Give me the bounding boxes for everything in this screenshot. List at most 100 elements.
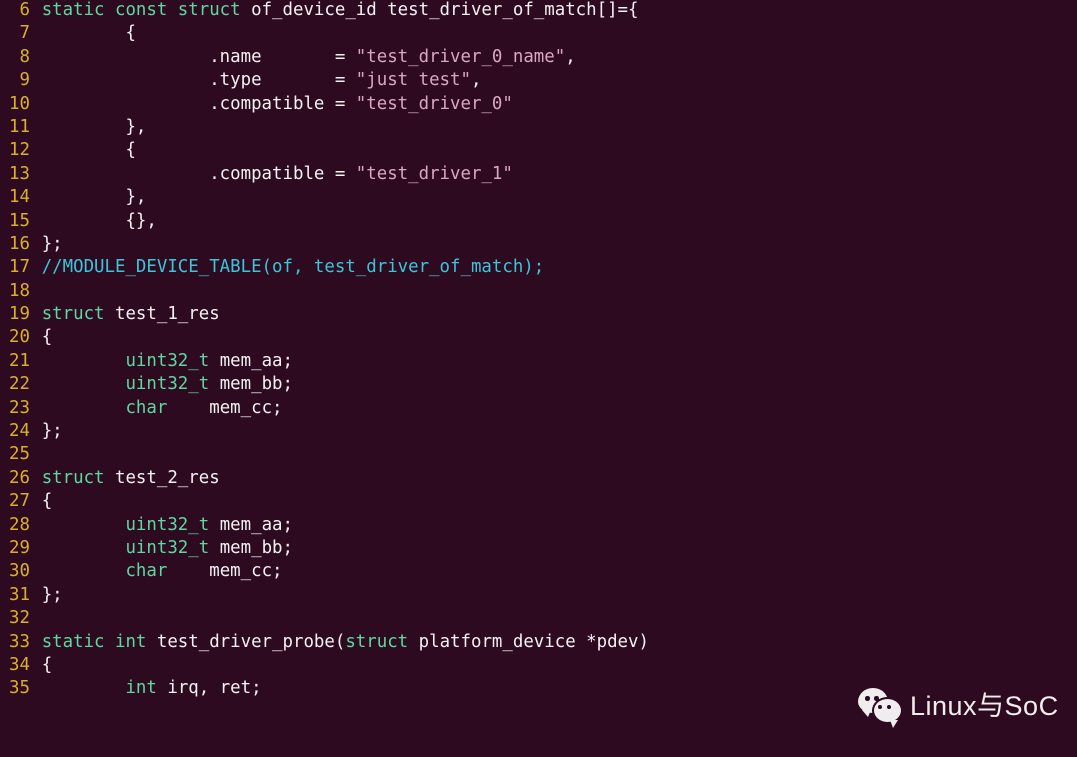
code-token-id: test_2_res xyxy=(114,467,220,488)
code-token-id: mem_aa; xyxy=(209,350,293,371)
code-token-kw: char xyxy=(125,397,168,418)
code-line: 16}; xyxy=(0,233,1077,256)
line-number: 32 xyxy=(9,608,30,629)
line-number: 25 xyxy=(9,444,30,465)
line-number: 11 xyxy=(9,116,30,137)
line-number: 23 xyxy=(9,397,30,418)
code-line: 11 }, xyxy=(0,116,1077,139)
code-token-id: mem_cc; xyxy=(167,397,283,418)
line-number: 34 xyxy=(9,654,30,675)
code-line: 8 .name = "test_driver_0_name", xyxy=(0,46,1077,69)
line-number: 7 xyxy=(19,23,30,44)
code-line: 23 char mem_cc; xyxy=(0,397,1077,420)
line-number: 28 xyxy=(9,514,30,535)
code-token-kw: uint32_t xyxy=(125,514,210,535)
code-token-str: "test_driver_0_name" xyxy=(355,46,566,67)
line-number: 20 xyxy=(9,327,30,348)
code-token-punc: { xyxy=(41,23,136,44)
terminal-output-area[interactable]: qemu@qemu:~/linux-5.4.124$ cat kernel_bu… xyxy=(0,690,1077,757)
code-token-id: mem_cc; xyxy=(167,561,283,582)
code-token-kw: struct xyxy=(345,631,419,652)
code-line: 14 }, xyxy=(0,186,1077,209)
line-number: 8 xyxy=(19,46,30,67)
code-line: 31}; xyxy=(0,584,1077,607)
line-number: 30 xyxy=(9,561,30,582)
code-token-punc: { xyxy=(41,491,53,512)
line-number: 31 xyxy=(9,584,30,605)
code-token-punc: { xyxy=(41,654,53,675)
line-number: 17 xyxy=(9,257,30,278)
code-line: 28 uint32_t mem_aa; xyxy=(0,514,1077,537)
code-line: 6 static const struct of_device_id test_d… xyxy=(0,0,1077,22)
code-token-punc: , xyxy=(470,70,482,91)
code-token-punc xyxy=(42,538,126,558)
code-token-kw: char xyxy=(125,561,168,582)
code-token-id: mem_bb; xyxy=(209,537,293,558)
code-token-punc: .type = xyxy=(41,70,356,91)
line-number: 15 xyxy=(9,210,30,231)
code-token-kw: struct xyxy=(41,304,115,325)
line-number: 16 xyxy=(9,233,30,254)
line-number: 27 xyxy=(9,491,30,512)
code-token-punc xyxy=(42,398,126,418)
line-number: 33 xyxy=(9,631,30,652)
code-token-kw: uint32_t xyxy=(125,537,210,558)
line-number: 6 xyxy=(19,0,30,20)
code-token-str: "test_driver_0" xyxy=(355,93,513,114)
line-number: 13 xyxy=(9,163,30,184)
code-token-id: mem_bb; xyxy=(209,374,293,395)
code-token-punc: .name = xyxy=(41,46,356,67)
code-line: 15 {}, xyxy=(0,210,1077,233)
code-token-punc xyxy=(42,351,126,371)
code-token-str: "just test" xyxy=(355,70,471,91)
code-token-kw: static int xyxy=(41,631,157,652)
code-token-cmt: //MODULE_DEVICE_TABLE(of, test_driver_of… xyxy=(41,257,545,278)
code-line: 21 uint32_t mem_aa; xyxy=(0,350,1077,373)
code-token-punc: }; xyxy=(41,421,63,442)
code-viewer[interactable]: 6 static const struct of_device_id test_d… xyxy=(0,0,1077,701)
code-token-id: mem_aa; xyxy=(209,514,293,535)
code-token-id: of_device_id test_driver_of_match[]={ xyxy=(251,0,639,20)
code-line: 33 static int test_driver_probe(struct pl… xyxy=(0,631,1077,654)
code-token-punc: }, xyxy=(41,187,147,208)
line-number: 21 xyxy=(9,350,30,371)
code-line: 19 struct test_1_res xyxy=(0,303,1077,326)
code-line: 22 uint32_t mem_bb; xyxy=(0,373,1077,396)
code-line: 27 { xyxy=(0,490,1077,513)
code-token-id: platform_device *pdev) xyxy=(418,631,649,652)
code-token-punc: }; xyxy=(41,584,63,605)
line-number: 14 xyxy=(9,187,30,208)
line-number: 24 xyxy=(9,421,30,442)
code-line: 24}; xyxy=(0,420,1077,443)
code-token-kw: struct xyxy=(41,467,115,488)
code-line: 17 //MODULE_DEVICE_TABLE(of, test_driver_… xyxy=(0,256,1077,279)
code-token-id: test_1_res xyxy=(114,304,220,325)
code-token-punc xyxy=(42,561,126,581)
terminal-window[interactable]: 6 static const struct of_device_id test_d… xyxy=(0,0,1077,757)
code-token-punc: .compatible = xyxy=(41,93,356,114)
code-token-punc: { xyxy=(41,327,53,348)
code-token-punc: .compatible = xyxy=(41,163,356,184)
code-line: 30 char mem_cc; xyxy=(0,560,1077,583)
line-number: 10 xyxy=(9,93,30,114)
code-token-punc xyxy=(42,515,126,535)
line-number: 22 xyxy=(9,374,30,395)
code-token-punc: { xyxy=(41,140,136,161)
code-line: 18 xyxy=(0,280,1077,303)
code-token-punc: }, xyxy=(41,116,147,137)
code-line: 34 { xyxy=(0,654,1077,677)
code-token-str: "test_driver_1" xyxy=(355,163,513,184)
code-token-id: test_driver_probe( xyxy=(156,631,346,652)
code-token-punc: {}, xyxy=(41,210,157,231)
code-line: 10 .compatible = "test_driver_0" xyxy=(0,93,1077,116)
code-token-punc: , xyxy=(565,46,576,67)
code-token-punc: }; xyxy=(41,233,63,254)
code-line: 13 .compatible = "test_driver_1" xyxy=(0,163,1077,186)
code-line: 7 { xyxy=(0,22,1077,45)
code-token-punc xyxy=(42,374,126,394)
line-number: 19 xyxy=(9,304,30,325)
code-line: 9 .type = "just test", xyxy=(0,69,1077,92)
line-number: 18 xyxy=(9,280,30,301)
code-line: 25 xyxy=(0,443,1077,466)
code-token-kw: static const struct xyxy=(41,0,252,20)
